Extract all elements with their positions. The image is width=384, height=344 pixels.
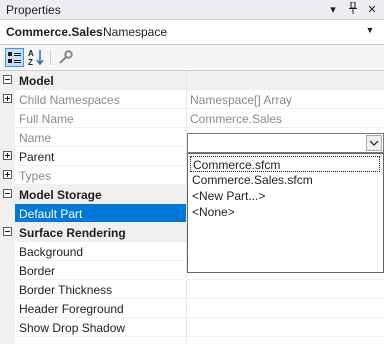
alphabetical-button[interactable]: A Z xyxy=(27,48,46,67)
default-part-editor[interactable] xyxy=(187,133,384,153)
row-separator xyxy=(15,127,384,128)
property-name: Show Drop Shadow xyxy=(19,321,126,335)
property-row-show-drop-shadow[interactable]: Show Drop Shadow xyxy=(0,318,384,337)
toolbar-separator xyxy=(50,50,51,65)
property-name: Parent xyxy=(19,150,55,164)
toggle-bar xyxy=(7,172,8,177)
category-label: Model Storage xyxy=(19,188,102,202)
property-name: Header Foreground xyxy=(19,302,124,316)
sort-az-icon: A Z xyxy=(28,49,44,67)
category-model[interactable]: Model xyxy=(0,71,384,90)
toggle-bar xyxy=(7,96,8,101)
dropdown-option-label: Commerce.sfcm xyxy=(193,158,281,172)
expand-icon[interactable] xyxy=(3,151,12,160)
window-menu-dropdown-icon[interactable]: ▾ xyxy=(325,2,341,18)
property-row-header-foreground[interactable]: Header Foreground xyxy=(0,299,384,318)
properties-toolbar: A Z xyxy=(0,45,384,71)
dropdown-option[interactable]: <None> xyxy=(190,204,380,220)
toggle-bar xyxy=(7,153,8,158)
properties-titlebar: Properties ▾ ✕ xyxy=(0,0,384,20)
expand-icon[interactable] xyxy=(3,94,12,103)
property-value: Commerce.Sales xyxy=(190,112,283,126)
dropdown-option-label: Commerce.Sales.sfcm xyxy=(192,173,313,187)
row-separator xyxy=(15,317,384,318)
chevron-down-icon xyxy=(369,140,379,146)
dropdown-option-label: <New Part...> xyxy=(192,189,266,203)
expand-icon[interactable] xyxy=(3,170,12,179)
property-name: Background xyxy=(19,245,84,259)
toggle-bar xyxy=(5,193,10,194)
property-row-full-name[interactable]: Full Name Commerce.Sales xyxy=(0,109,384,128)
property-row-border-thickness[interactable]: Border Thickness xyxy=(0,280,384,299)
property-name: Border Thickness xyxy=(19,283,113,297)
dropdown-option-label: <None> xyxy=(192,205,235,219)
category-label: Model xyxy=(19,74,54,88)
default-part-options-list: Commerce.sfcm Commerce.Sales.sfcm <New Par… xyxy=(187,153,384,273)
property-name: Full Name xyxy=(19,112,74,126)
property-name: Name xyxy=(19,131,52,145)
row-separator xyxy=(15,108,384,109)
property-name: Default Part xyxy=(19,207,83,221)
svg-text:Z: Z xyxy=(28,58,33,67)
property-name: Child Namespaces xyxy=(19,93,120,107)
wrench-icon xyxy=(59,50,73,64)
row-separator xyxy=(15,279,384,280)
dropdown-option[interactable]: <New Part...> xyxy=(190,188,380,204)
property-name: Types xyxy=(19,169,52,183)
pin-glyph xyxy=(349,1,357,14)
toggle-bar xyxy=(5,231,10,232)
selected-object-type: Namespace xyxy=(103,25,168,39)
dropdown-option[interactable]: Commerce.Sales.sfcm xyxy=(190,172,380,188)
collapse-icon[interactable] xyxy=(3,189,12,198)
svg-text:A: A xyxy=(28,49,34,58)
collapse-icon[interactable] xyxy=(3,75,12,84)
property-pages-button[interactable] xyxy=(56,48,75,67)
categorized-icon xyxy=(8,52,21,63)
selected-object-name: Commerce.Sales xyxy=(6,25,103,39)
row-separator xyxy=(15,298,384,299)
row-separator xyxy=(15,336,384,337)
property-value: Namespace[] Array xyxy=(190,93,293,107)
pin-icon[interactable] xyxy=(345,1,361,18)
property-name: Border xyxy=(19,264,56,278)
close-icon[interactable]: ✕ xyxy=(364,2,380,18)
dropdown-option[interactable]: Commerce.sfcm xyxy=(190,156,380,172)
categorized-button[interactable] xyxy=(5,48,24,67)
object-selector-dropdown-icon[interactable]: ▼ xyxy=(362,25,378,35)
object-selector[interactable]: Commerce.Sales Namespace ▼ xyxy=(0,20,384,45)
default-part-dropdown-button[interactable] xyxy=(366,135,382,151)
property-row-child-namespaces[interactable]: Child Namespaces Namespace[] Array xyxy=(0,90,384,109)
collapse-icon[interactable] xyxy=(3,227,12,236)
window-title: Properties xyxy=(6,3,61,17)
category-label: Surface Rendering xyxy=(19,226,126,240)
toggle-bar xyxy=(5,79,10,80)
